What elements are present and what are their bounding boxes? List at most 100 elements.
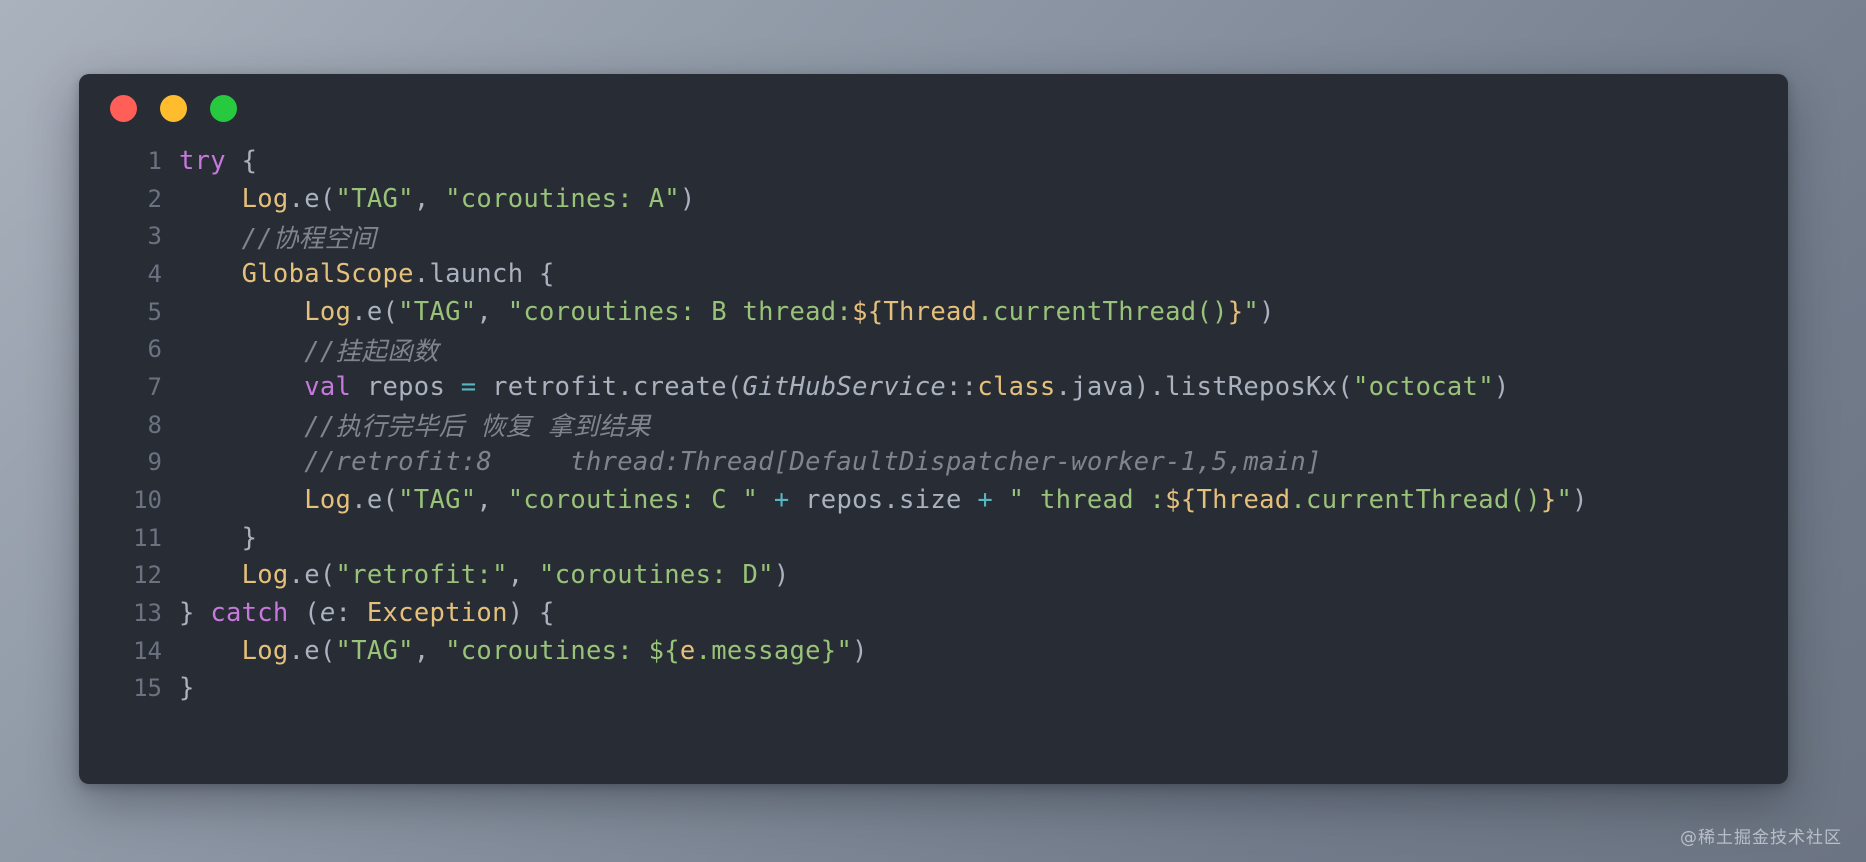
token-template-call: .currentThread() xyxy=(977,296,1228,327)
token-punct: , xyxy=(413,183,446,214)
token-identifier: GlobalScope xyxy=(241,258,414,289)
token-punct: , xyxy=(476,485,508,516)
code-line-row: 8 //执行完毕后 恢复 拿到结果 xyxy=(79,406,1788,444)
token-template-close: } xyxy=(1540,485,1557,516)
token-method: .e xyxy=(288,635,320,666)
token-identifier: Log xyxy=(241,635,289,666)
maximize-button[interactable] xyxy=(210,94,237,122)
token-comment: //协程空间 xyxy=(241,223,377,254)
token-punct: ( xyxy=(288,598,320,629)
code-line-10[interactable]: Log.e("TAG", "coroutines: C " + repos.si… xyxy=(179,481,1788,519)
token-punct: ) xyxy=(773,560,790,591)
token-template-open: ${ xyxy=(852,296,884,327)
token-template-open: ${ xyxy=(1165,485,1197,516)
token-template-close: } xyxy=(1227,296,1244,327)
token-method: .e xyxy=(351,485,383,516)
token-string: " xyxy=(1243,296,1260,327)
token-punct: , xyxy=(476,296,508,327)
line-number: 12 xyxy=(133,561,162,590)
code-line-13[interactable]: } catch (e: Exception) { xyxy=(179,594,1788,632)
token-brace: } xyxy=(179,673,195,704)
token-string: "coroutines: D" xyxy=(539,560,774,591)
token-string: "coroutines: xyxy=(445,635,649,666)
token-template-identifier: Thread xyxy=(1196,485,1291,516)
code-line-row: 11 } xyxy=(79,519,1788,557)
code-line-row: 1 try { xyxy=(79,142,1788,180)
token-method: .e xyxy=(288,183,320,214)
code-line-row: 3 //协程空间 xyxy=(79,217,1788,255)
token-template-identifier: Thread xyxy=(883,296,978,327)
token-punct: ( xyxy=(319,635,336,666)
token-string: "coroutines: B thread: xyxy=(507,296,853,327)
token-expression: repos.size xyxy=(805,485,962,516)
token-variable: repos xyxy=(351,371,461,402)
code-line-11[interactable]: } xyxy=(179,519,1788,557)
token-punct: ( xyxy=(319,183,336,214)
code-line-row: 13 } catch (e: Exception) { xyxy=(79,594,1788,632)
token-comment: //retrofit:8 thread:Thread[DefaultDispat… xyxy=(304,447,1322,478)
token-keyword: val xyxy=(304,371,352,402)
token-punct: ) xyxy=(1572,485,1588,516)
token-operator: + xyxy=(758,485,806,516)
minimize-button[interactable] xyxy=(160,94,187,122)
code-line-5[interactable]: Log.e("TAG", "coroutines: B thread:${Thr… xyxy=(179,293,1788,331)
token-type: Exception xyxy=(366,598,508,629)
code-line-row: 10 Log.e("TAG", "coroutines: C " + repos… xyxy=(79,481,1788,519)
code-editor[interactable]: 1 try { 2 Log.e("TAG", "coroutines: A") … xyxy=(79,142,1788,784)
token-param: e xyxy=(319,598,336,629)
watermark: @稀土掘金技术社区 xyxy=(1680,828,1842,848)
token-call: retrofit.create( xyxy=(476,371,743,402)
code-line-2[interactable]: Log.e("TAG", "coroutines: A") xyxy=(179,180,1788,218)
line-number: 9 xyxy=(147,448,162,477)
token-punct: : xyxy=(335,598,367,629)
code-line-row: 15 } xyxy=(79,670,1788,708)
token-keyword: catch xyxy=(210,598,289,629)
token-punct: :: xyxy=(946,371,978,402)
token-identifier: Log xyxy=(241,560,289,591)
close-button[interactable] xyxy=(110,94,137,122)
token-string: "TAG" xyxy=(398,485,477,516)
token-member: .java).listReposKx( xyxy=(1055,371,1353,402)
token-string: "octocat" xyxy=(1352,371,1494,402)
code-line-15[interactable]: } xyxy=(179,670,1788,708)
token-punct: , xyxy=(413,635,446,666)
token-string: "TAG" xyxy=(398,296,477,327)
token-class-keyword: class xyxy=(977,371,1056,402)
token-identifier: Log xyxy=(241,183,289,214)
line-number: 15 xyxy=(133,674,162,703)
token-method: .launch xyxy=(413,258,524,289)
code-line-14[interactable]: Log.e("TAG", "coroutines: ${e.message}") xyxy=(179,632,1788,670)
token-string: " xyxy=(1556,485,1573,516)
code-line-6[interactable]: //挂起函数 xyxy=(179,330,1788,368)
code-line-12[interactable]: Log.e("retrofit:", "coroutines: D") xyxy=(179,557,1788,595)
token-punct: ) { xyxy=(507,598,555,629)
line-number: 10 xyxy=(133,486,162,515)
token-string: "retrofit:" xyxy=(335,560,508,591)
token-keyword: try xyxy=(179,145,226,176)
code-line-4[interactable]: GlobalScope.launch { xyxy=(179,255,1788,293)
token-method: .e xyxy=(351,296,383,327)
code-line-row: 2 Log.e("TAG", "coroutines: A") xyxy=(79,180,1788,218)
code-line-7[interactable]: val repos = retrofit.create(GitHubServic… xyxy=(179,368,1788,406)
code-line-3[interactable]: //协程空间 xyxy=(179,217,1788,255)
token-string: "TAG" xyxy=(335,635,414,666)
token-string: "TAG" xyxy=(335,183,414,214)
token-template-call: .currentThread() xyxy=(1290,485,1541,516)
code-line-8[interactable]: //执行完毕后 恢复 拿到结果 xyxy=(179,406,1788,444)
token-brace: } xyxy=(241,522,258,553)
line-number: 3 xyxy=(147,222,162,251)
token-punct: { xyxy=(523,258,555,289)
token-string: "coroutines: A" xyxy=(445,183,680,214)
code-line-row: 12 Log.e("retrofit:", "coroutines: D") xyxy=(79,557,1788,595)
code-line-1[interactable]: try { xyxy=(179,142,1788,180)
window-title-bar xyxy=(79,74,1788,142)
line-number: 8 xyxy=(147,410,162,439)
line-number: 13 xyxy=(133,599,162,628)
code-line-9[interactable]: //retrofit:8 thread:Thread[DefaultDispat… xyxy=(179,444,1788,482)
